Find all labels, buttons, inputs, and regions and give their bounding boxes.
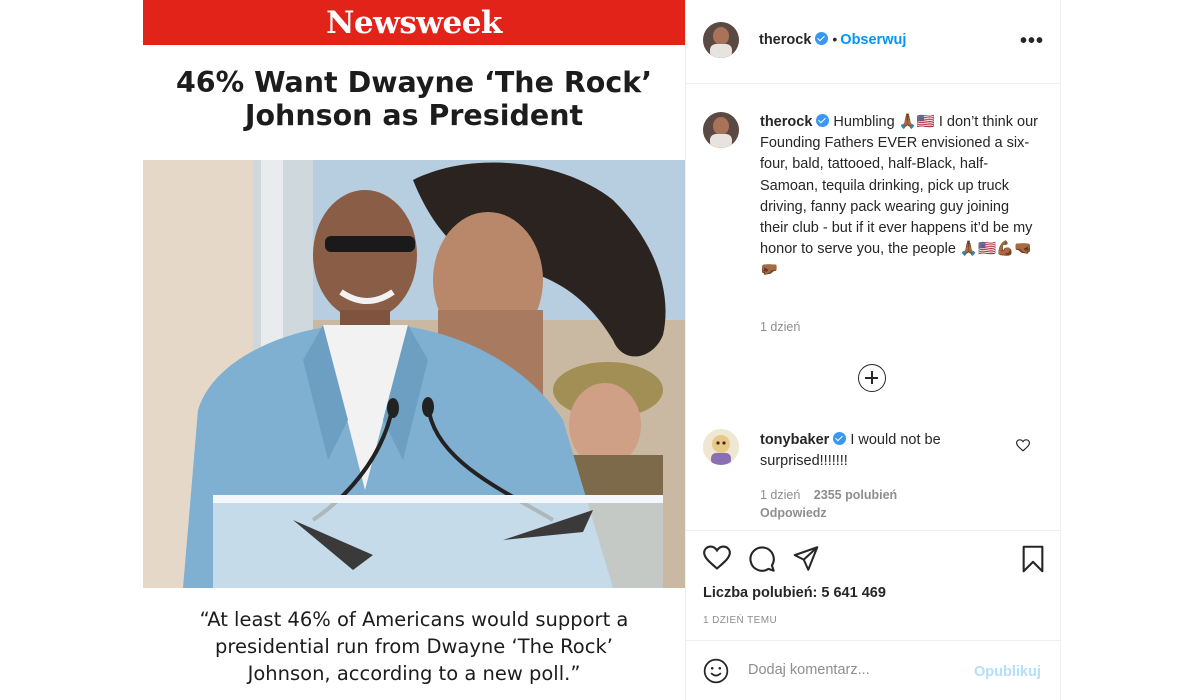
post-time[interactable]: 1 DZIEŃ TEMU <box>703 615 777 626</box>
header-username[interactable]: therock <box>759 32 811 48</box>
comment-meta: 1 dzień 2355 polubień <box>760 488 897 502</box>
verified-badge-icon <box>815 32 829 45</box>
caption-body: Humbling 🙏🏾🇺🇸 I don’t think our Founding… <box>760 114 1038 279</box>
share-icon[interactable] <box>792 545 820 572</box>
headline-line-2: Johnson as President <box>244 99 584 132</box>
caption-avatar-image <box>703 112 739 148</box>
verified-badge-icon <box>816 114 830 127</box>
action-bar: Liczba polubień: 5 641 469 1 DZIEŃ TEMU <box>686 530 1061 641</box>
header-user-row: therock • Obserwuj <box>759 31 906 49</box>
likes-count: 5 641 469 <box>821 585 886 601</box>
comment-avatar-image <box>703 429 739 465</box>
comment-like-heart-icon[interactable] <box>1016 439 1030 452</box>
add-comment-bar: Opublikuj <box>686 642 1061 700</box>
more-options-icon[interactable]: ••• <box>1020 30 1044 53</box>
post-panel: therock • Obserwuj ••• therock Humbling 🙏🏾… <box>685 0 1061 700</box>
comment-username[interactable]: tonybaker <box>760 432 829 448</box>
post-photo <box>143 160 685 588</box>
bookmark-icon[interactable] <box>1021 545 1045 573</box>
avatar[interactable] <box>703 22 739 58</box>
comment-icon[interactable] <box>748 545 776 573</box>
photo-illustration <box>143 160 685 588</box>
likes-label: Liczba polubień: <box>703 585 818 601</box>
post-headline: 46% Want Dwayne ‘The Rock’ Johnson as Pr… <box>143 66 685 132</box>
quote-line-1: “At least 46% of Americans would support… <box>199 608 629 631</box>
caption-time[interactable]: 1 dzień <box>760 320 800 334</box>
emoji-icon[interactable] <box>703 658 729 684</box>
caption-username[interactable]: therock <box>760 114 812 130</box>
comment-avatar[interactable] <box>703 429 739 465</box>
verified-badge-icon <box>833 432 847 445</box>
newsweek-logo: Newsweek <box>326 4 502 41</box>
heart-icon[interactable] <box>703 545 731 571</box>
caption-avatar[interactable] <box>703 112 739 148</box>
comment-time[interactable]: 1 dzień <box>760 488 800 502</box>
add-comment-input[interactable] <box>748 656 968 684</box>
comment-likes[interactable]: 2355 polubień <box>814 488 897 502</box>
post-header: therock • Obserwuj ••• <box>686 0 1061 84</box>
caption: therock Humbling 🙏🏾🇺🇸 I don’t think our … <box>760 112 1040 282</box>
headline-line-1: 46% Want Dwayne ‘The Rock’ <box>175 66 653 99</box>
newsweek-banner: Newsweek <box>143 0 685 45</box>
quote-line-2: presidential run from Dwayne ‘The Rock’ <box>215 635 613 658</box>
separator-dot: • <box>832 31 838 47</box>
follow-button[interactable]: Obserwuj <box>840 32 906 48</box>
publish-button[interactable]: Opublikuj <box>974 664 1041 680</box>
reply-button[interactable]: Odpowiedz <box>760 506 827 520</box>
comment: tonybaker I would not be surprised!!!!!!… <box>760 430 1000 472</box>
avatar-image <box>703 22 739 58</box>
post-quote: “At least 46% of Americans would support… <box>143 606 685 687</box>
post-image[interactable]: Newsweek 46% Want Dwayne ‘The Rock’ John… <box>143 0 685 700</box>
add-comment-plus-icon[interactable] <box>858 364 886 392</box>
quote-line-3: Johnson, according to a new poll.” <box>247 662 581 685</box>
likes-summary[interactable]: Liczba polubień: 5 641 469 <box>703 585 886 601</box>
